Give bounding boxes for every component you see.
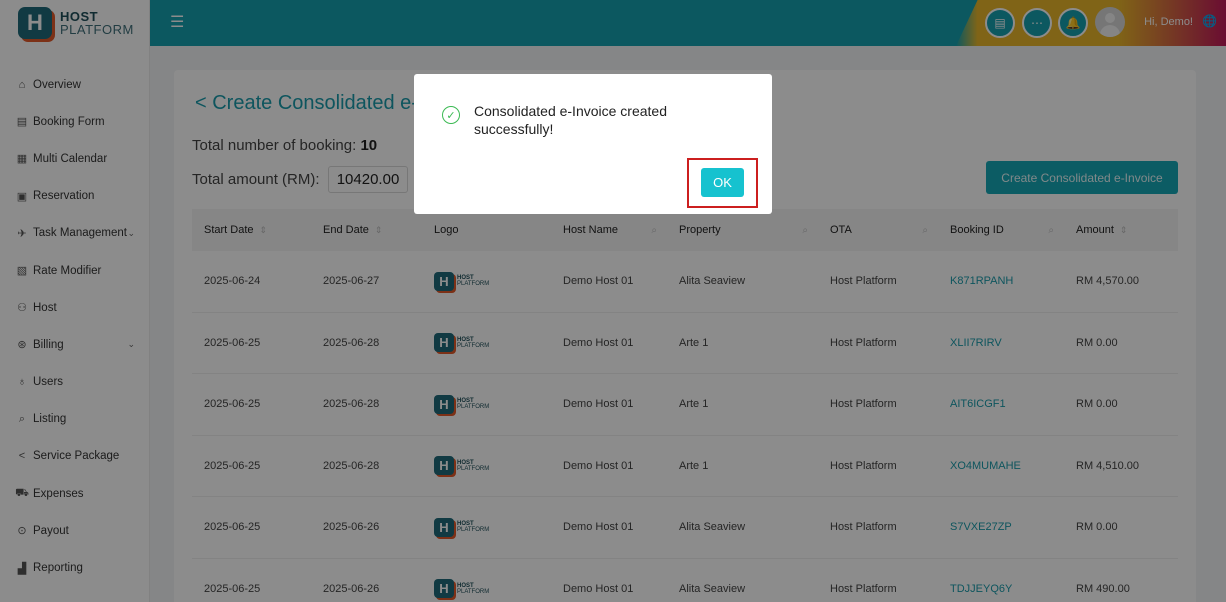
- success-dialog: ✓ Consolidated e-Invoice created success…: [414, 74, 772, 214]
- check-circle-icon: ✓: [442, 106, 460, 124]
- success-message: Consolidated e-Invoice created successfu…: [474, 103, 668, 137]
- ok-button[interactable]: OK: [701, 168, 744, 197]
- modal-overlay[interactable]: ✓ Consolidated e-Invoice created success…: [0, 0, 1226, 602]
- ok-button-highlight: OK: [687, 158, 758, 208]
